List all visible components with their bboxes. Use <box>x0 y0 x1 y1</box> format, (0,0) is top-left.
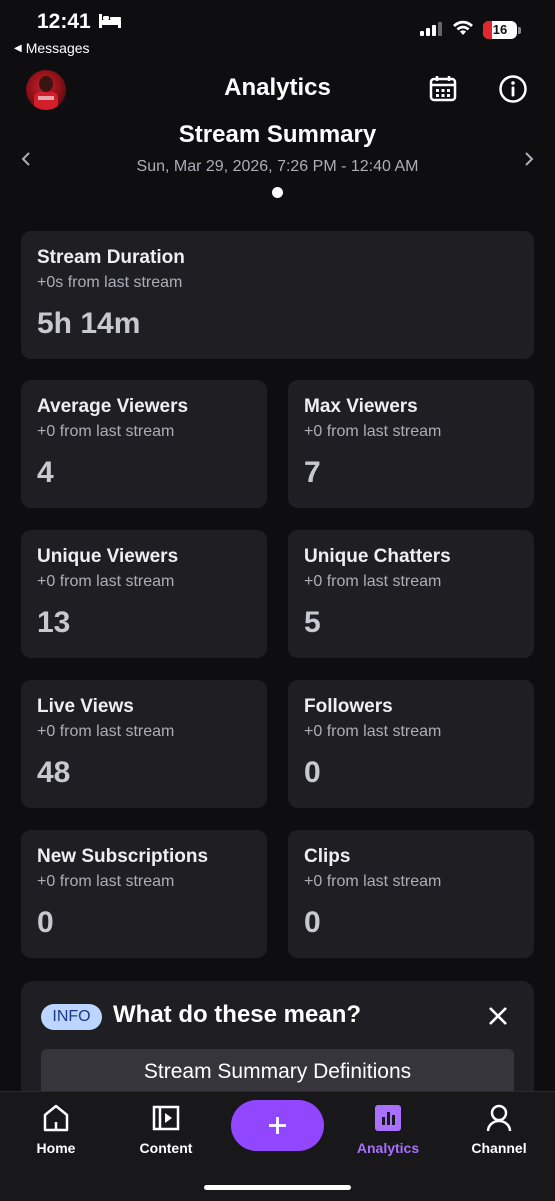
tab-label: Home <box>36 1140 76 1156</box>
card-change: +0 from last stream <box>304 423 442 440</box>
card-value: 13 <box>37 606 71 639</box>
tab-label: Analytics <box>356 1140 420 1156</box>
card-change: +0 from last stream <box>304 573 442 590</box>
card-label: Average Viewers <box>37 396 189 417</box>
card-value: 0 <box>304 906 321 939</box>
home-indicator <box>204 1185 351 1190</box>
plus-icon <box>269 1117 286 1134</box>
card-change: +0 from last stream <box>37 573 175 590</box>
card-value: 7 <box>304 456 321 489</box>
close-icon[interactable] <box>487 1005 509 1032</box>
create-button[interactable] <box>231 1100 324 1151</box>
channel-icon <box>459 1102 539 1134</box>
card-change: +0 from last stream <box>37 873 175 890</box>
card-change: +0 from last stream <box>37 723 175 740</box>
chevron-left-icon[interactable] <box>18 150 34 173</box>
summary-title: Stream Summary <box>178 121 377 148</box>
card-average-viewers: Average Viewers +0 from last stream 4 <box>21 380 267 508</box>
page-title: Analytics <box>224 74 331 101</box>
card-stream-duration: Stream Duration +0s from last stream 5h … <box>21 231 534 359</box>
tab-channel[interactable]: Channel <box>459 1102 539 1156</box>
battery-level: 16 <box>492 22 508 37</box>
info-icon[interactable] <box>498 74 528 109</box>
card-change: +0 from last stream <box>37 423 175 440</box>
card-value: 0 <box>304 756 321 789</box>
tab-home[interactable]: Home <box>16 1102 96 1156</box>
card-live-views: Live Views +0 from last stream 48 <box>21 680 267 808</box>
chevron-right-icon[interactable] <box>521 150 537 173</box>
signal-icon <box>420 22 442 36</box>
back-label: Messages <box>25 40 90 56</box>
content-icon <box>126 1102 206 1134</box>
card-value: 5 <box>304 606 321 639</box>
card-label: Followers <box>304 696 393 717</box>
back-triangle-icon: ◀ <box>14 42 22 54</box>
card-clips: Clips +0 from last stream 0 <box>288 830 534 958</box>
tab-content[interactable]: Content <box>126 1102 206 1156</box>
home-icon <box>16 1102 96 1134</box>
definitions-button[interactable]: Stream Summary Definitions <box>41 1049 514 1095</box>
card-value: 4 <box>37 456 54 489</box>
summary-date-range: Sun, Mar 29, 2026, 7:26 PM - 12:40 AM <box>136 158 419 175</box>
card-value: 0 <box>37 906 54 939</box>
wifi-icon <box>452 20 474 41</box>
card-label: Stream Duration <box>37 247 185 268</box>
bed-icon <box>98 12 122 35</box>
card-label: Live Views <box>37 696 134 717</box>
battery-icon: 16 <box>483 21 517 39</box>
tab-label: Channel <box>471 1140 527 1156</box>
back-to-messages[interactable]: ◀ Messages <box>14 40 90 56</box>
tab-analytics[interactable]: Analytics <box>348 1102 428 1156</box>
card-unique-chatters: Unique Chatters +0 from last stream 5 <box>288 530 534 658</box>
card-unique-viewers: Unique Viewers +0 from last stream 13 <box>21 530 267 658</box>
battery-nub <box>518 27 521 34</box>
page-indicator-dot <box>272 187 283 198</box>
status-time: 12:41 <box>37 10 91 33</box>
tab-bar: Home Content Analytics Channel <box>0 1091 555 1201</box>
card-label: New Subscriptions <box>37 846 209 867</box>
calendar-icon[interactable] <box>429 74 457 107</box>
card-label: Unique Viewers <box>37 546 179 567</box>
card-value: 48 <box>37 756 71 789</box>
card-value: 5h 14m <box>37 307 141 340</box>
card-new-subscriptions: New Subscriptions +0 from last stream 0 <box>21 830 267 958</box>
card-change: +0 from last stream <box>304 723 442 740</box>
card-label: Max Viewers <box>304 396 418 417</box>
analytics-icon <box>348 1102 428 1134</box>
info-question: What do these mean? <box>113 1001 362 1028</box>
tab-label: Content <box>139 1140 193 1156</box>
card-label: Clips <box>304 846 351 867</box>
card-change: +0 from last stream <box>304 873 442 890</box>
card-change: +0s from last stream <box>37 274 183 291</box>
card-followers: Followers +0 from last stream 0 <box>288 680 534 808</box>
info-badge: INFO <box>41 1004 102 1030</box>
card-label: Unique Chatters <box>304 546 451 567</box>
card-max-viewers: Max Viewers +0 from last stream 7 <box>288 380 534 508</box>
